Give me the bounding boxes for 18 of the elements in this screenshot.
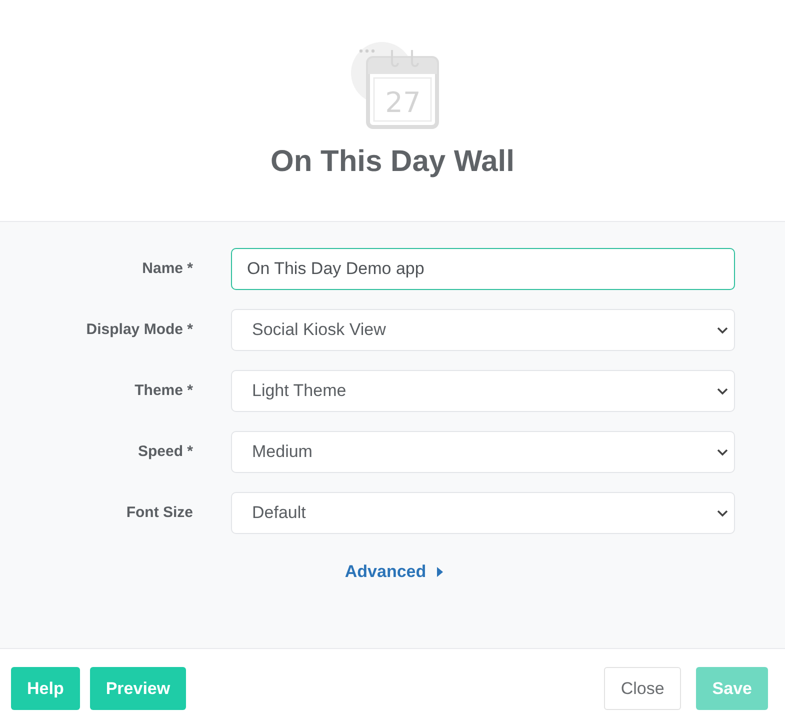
field-label: Theme * bbox=[134, 380, 193, 401]
select-field[interactable]: Social Kiosk View bbox=[231, 309, 735, 351]
dialog-title: On This Day Wall bbox=[270, 144, 514, 180]
field-label: Speed * bbox=[138, 442, 193, 462]
chevron-down-icon bbox=[717, 326, 728, 334]
name-input-field[interactable]: On This Day Demo app bbox=[231, 248, 735, 290]
field-label: Name * bbox=[142, 258, 193, 279]
field-label: Display Mode * bbox=[86, 320, 193, 340]
chevron-down-icon bbox=[717, 448, 728, 456]
caret-right-icon bbox=[436, 566, 444, 577]
advanced-link[interactable]: Advanced bbox=[344, 559, 444, 584]
select-field[interactable]: Light Theme bbox=[231, 370, 735, 412]
chevron-down-icon bbox=[717, 388, 728, 394]
field-label: Font Size bbox=[126, 502, 193, 523]
select-field[interactable]: Default bbox=[231, 492, 735, 534]
footer-button[interactable]: Close bbox=[604, 667, 682, 710]
select-field[interactable]: Medium bbox=[231, 431, 735, 473]
chevron-down-icon bbox=[717, 510, 728, 516]
